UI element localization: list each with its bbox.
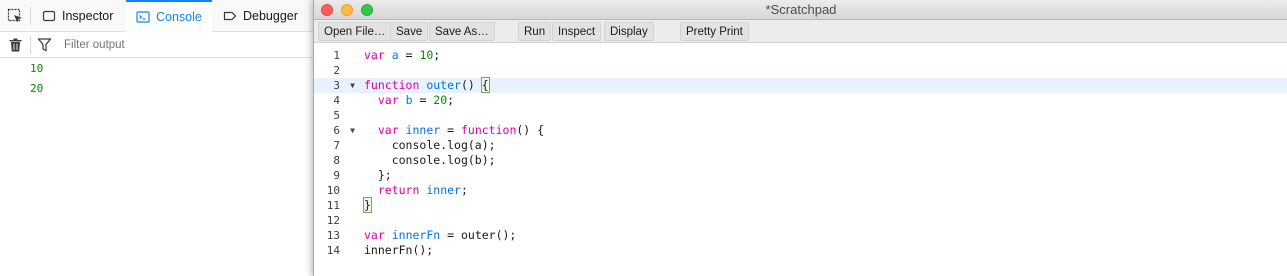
call-token: outer(); bbox=[460, 228, 517, 242]
line-number: 6 ▼ bbox=[333, 123, 355, 138]
line-number: 5 bbox=[333, 109, 340, 122]
console-icon bbox=[136, 11, 150, 23]
line-number: 1 bbox=[333, 49, 340, 62]
function-name-token: outer bbox=[426, 78, 461, 92]
operator-token: = bbox=[398, 48, 420, 62]
line-number: 11 bbox=[326, 199, 340, 212]
matched-bracket: } bbox=[363, 197, 372, 213]
trash-icon[interactable] bbox=[9, 38, 22, 52]
console-output-line: 20 bbox=[30, 82, 44, 95]
line-number-gutter: 1 2 3 ▼ 4 5 6 ▼ 7 8 9 10 11 12 13 14 bbox=[314, 48, 359, 258]
code-line: console.log(a); bbox=[364, 138, 1287, 153]
filter-output-input[interactable] bbox=[60, 36, 300, 54]
punctuation-token: ; bbox=[433, 48, 441, 62]
statement-token: console.log(b); bbox=[391, 153, 496, 167]
punctuation-token: }; bbox=[377, 168, 392, 182]
code-line: return inner; bbox=[364, 183, 1287, 198]
toolbar-separator bbox=[30, 36, 31, 54]
debugger-icon bbox=[223, 11, 237, 21]
pretty-print-button[interactable]: Pretty Print bbox=[680, 22, 749, 41]
code-line: console.log(b); bbox=[364, 153, 1287, 168]
open-file-button[interactable]: Open File… bbox=[318, 22, 392, 41]
save-as-button[interactable]: Save As… bbox=[429, 22, 495, 41]
tab-inspector-label: Inspector bbox=[62, 9, 114, 23]
code-line: } bbox=[363, 197, 1287, 213]
punctuation-token: ; bbox=[447, 93, 455, 107]
line-number: 13 bbox=[326, 229, 340, 242]
matched-bracket: { bbox=[480, 77, 490, 93]
keyword-token: var bbox=[377, 93, 399, 107]
code-line: var a = 10; bbox=[364, 48, 1287, 63]
punctuation-token: () { bbox=[516, 123, 545, 137]
keyword-token: return bbox=[377, 183, 420, 197]
keyword-token: function bbox=[460, 123, 517, 137]
line-number: 12 bbox=[326, 214, 340, 227]
window-title: *Scratchpad bbox=[765, 2, 837, 17]
display-button[interactable]: Display bbox=[604, 22, 654, 41]
code-line: var inner = function() { bbox=[364, 123, 1287, 138]
tab-console-label: Console bbox=[156, 10, 202, 24]
keyword-token: var bbox=[364, 48, 385, 62]
operator-token: = bbox=[440, 228, 461, 242]
tab-inspector[interactable]: Inspector bbox=[42, 0, 113, 32]
keyword-token: var bbox=[364, 228, 385, 242]
code-editor[interactable]: 1 2 3 ▼ 4 5 6 ▼ 7 8 9 10 11 12 13 14 var a… bbox=[314, 44, 1287, 276]
line-number: 7 bbox=[333, 139, 340, 152]
line-number: 2 bbox=[333, 64, 340, 77]
run-button[interactable]: Run bbox=[518, 22, 552, 41]
console-output-line: 10 bbox=[30, 62, 44, 75]
save-button[interactable]: Save bbox=[390, 22, 429, 41]
variable-token: b bbox=[405, 93, 413, 107]
line-number: 3 ▼ bbox=[333, 78, 355, 93]
line-number: 9 bbox=[333, 169, 340, 182]
tab-separator bbox=[30, 7, 31, 25]
fold-arrow-icon[interactable]: ▼ bbox=[350, 78, 355, 93]
statement-token: console.log(a); bbox=[391, 138, 496, 152]
code-line: }; bbox=[364, 168, 1287, 183]
operator-token: = bbox=[412, 93, 434, 107]
filter-icon bbox=[38, 38, 51, 52]
operator-token: = bbox=[440, 123, 461, 137]
variable-token: inner bbox=[405, 123, 441, 137]
window-titlebar: *Scratchpad bbox=[314, 0, 1287, 20]
number-token: 10 bbox=[419, 48, 434, 62]
line-number: 4 bbox=[333, 94, 340, 107]
console-output: 10 20 bbox=[0, 59, 312, 99]
variable-token: innerFn bbox=[391, 228, 441, 242]
tab-console[interactable]: Console bbox=[126, 0, 212, 32]
variable-token: inner bbox=[426, 183, 461, 197]
scratchpad-window: *Scratchpad Open File… Save Save As… Run… bbox=[313, 0, 1287, 276]
code-line: innerFn(); bbox=[364, 243, 1287, 258]
keyword-token: function bbox=[364, 78, 420, 92]
element-picker-icon[interactable] bbox=[7, 8, 23, 24]
variable-token: a bbox=[391, 48, 399, 62]
code-text: var a = 10; function outer() { var b = 2… bbox=[363, 48, 1287, 258]
line-number: 8 bbox=[333, 154, 340, 167]
code-line: var b = 20; bbox=[364, 93, 1287, 108]
number-token: 20 bbox=[433, 93, 448, 107]
inspect-button[interactable]: Inspect bbox=[552, 22, 602, 41]
punctuation-token: ; bbox=[460, 183, 468, 197]
statement-token: innerFn(); bbox=[364, 243, 434, 257]
line-number: 14 bbox=[326, 244, 340, 257]
tab-debugger[interactable]: Debugger bbox=[223, 0, 298, 32]
tab-debugger-label: Debugger bbox=[243, 9, 298, 23]
inspector-icon bbox=[42, 10, 56, 22]
line-number: 10 bbox=[326, 184, 340, 197]
code-line: var innerFn = outer(); bbox=[364, 228, 1287, 243]
code-line: function outer() { bbox=[364, 77, 1287, 93]
keyword-token: var bbox=[377, 123, 399, 137]
fold-arrow-icon[interactable]: ▼ bbox=[350, 123, 355, 138]
scratchpad-toolbar: Open File… Save Save As… Run Inspect Dis… bbox=[314, 20, 1287, 43]
punctuation-token: () bbox=[460, 78, 482, 92]
